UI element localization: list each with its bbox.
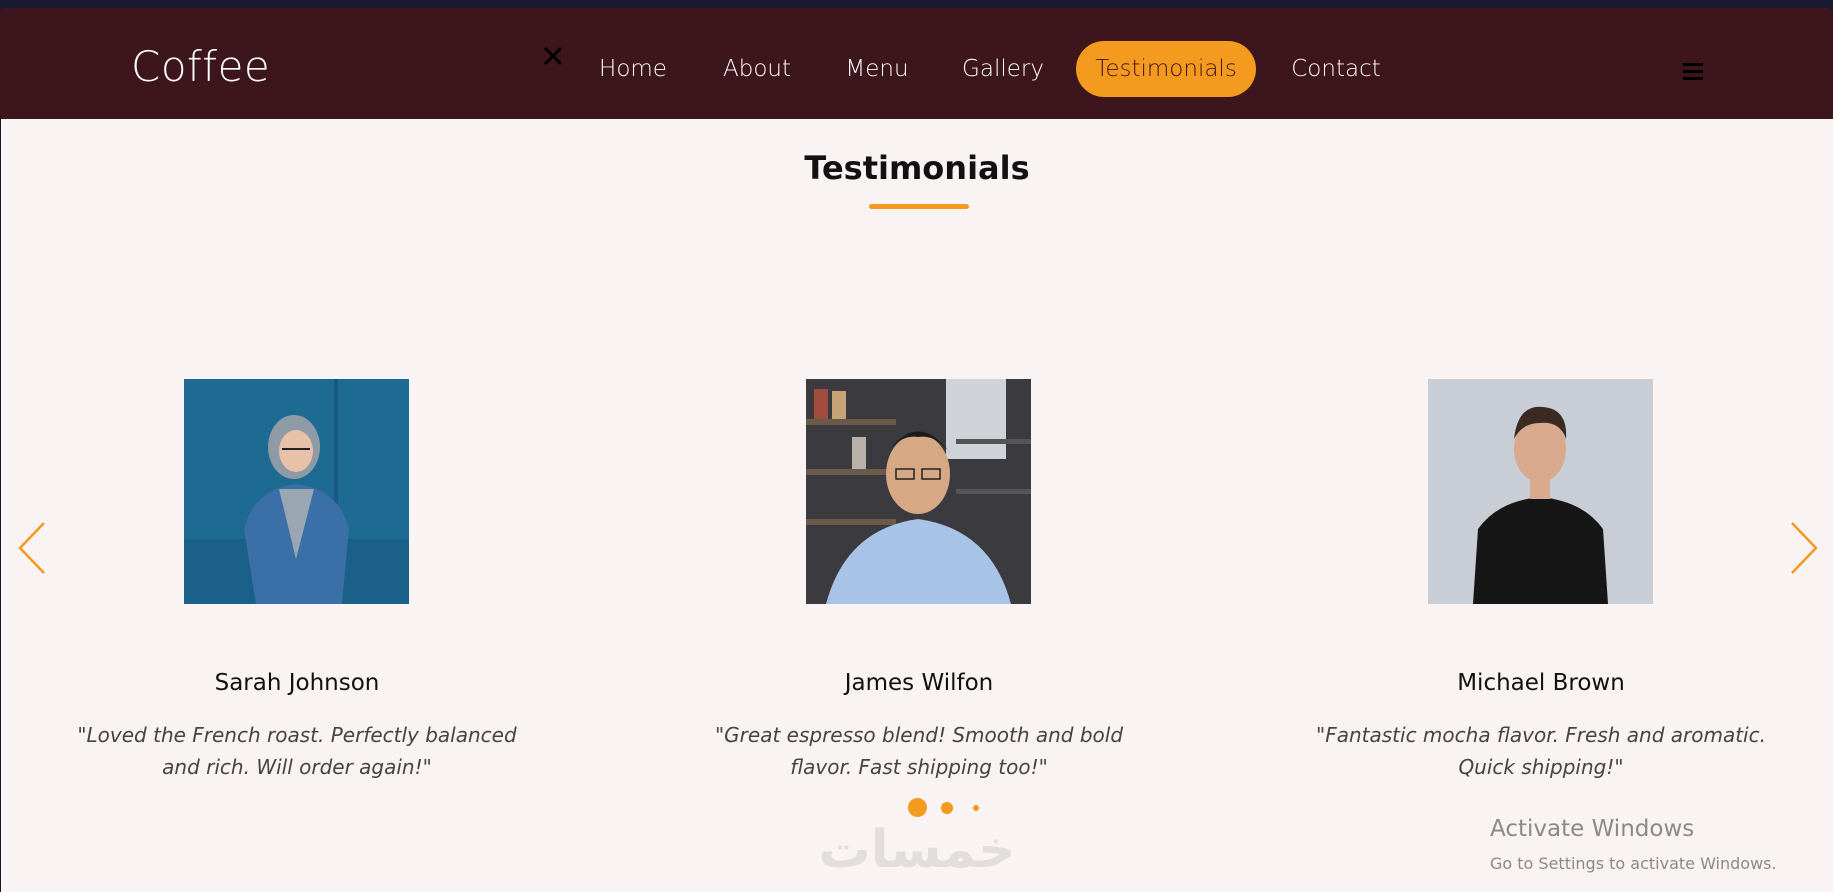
nav-menu[interactable]: Menu [835,41,919,97]
customer-quote: "Great espresso blend! Smooth and bold f… [714,723,1124,779]
hamburger-icon[interactable] [1683,63,1703,81]
activate-windows-subtitle: Go to Settings to activate Windows. [1490,854,1777,873]
chevron-right-icon[interactable] [1786,519,1822,577]
customer-photo [806,379,1031,604]
close-icon[interactable] [541,44,565,68]
chevron-left-icon[interactable] [14,519,50,577]
customer-photo [1428,379,1653,604]
customer-name: Sarah Johnson [214,670,380,696]
nav-testimonials[interactable]: Testimonials [1076,41,1256,97]
title-underline [869,204,969,209]
nav-contact[interactable]: Contact [1284,41,1388,97]
navbar: Coffee Home About Menu Gallery Testimoni… [0,8,1833,119]
khamsat-watermark-logo: خمسات [818,820,1015,879]
section-title: Testimonials [804,149,1030,187]
activate-windows-title: Activate Windows [1490,816,1695,842]
nav-about[interactable]: About [709,41,805,97]
carousel-dot-3[interactable] [973,805,979,811]
nav-gallery[interactable]: Gallery [955,41,1051,97]
carousel-dot-2[interactable] [941,802,953,814]
site-logo[interactable]: Coffee [131,42,270,91]
svg-text:خمسات: خمسات [818,820,1015,879]
customer-photo [184,379,409,604]
customer-name: Michael Brown [1457,670,1625,696]
customer-name: James Wilfon [844,670,994,696]
testimonials-section: Testimonials Sarah Johnson "Loved the Fr… [1,119,1833,892]
customer-quote: "Fantastic mocha flavor. Fresh and aroma… [1316,723,1766,779]
customer-quote: "Loved the French roast. Perfectly balan… [77,723,517,779]
carousel-dot-1[interactable] [908,798,927,817]
nav-home[interactable]: Home [590,41,676,97]
